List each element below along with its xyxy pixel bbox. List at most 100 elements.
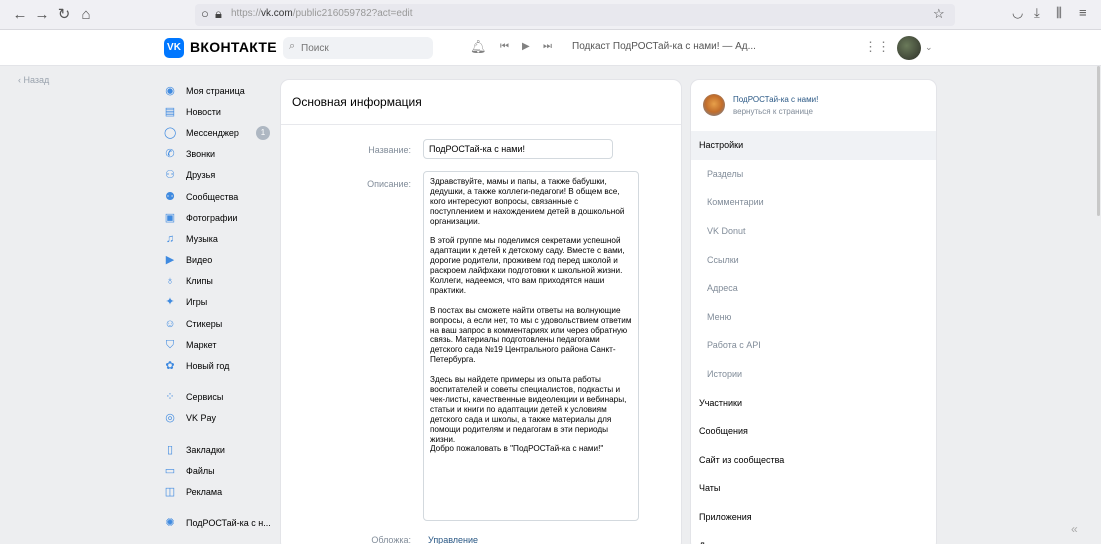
pocket-icon[interactable]: ◡: [1012, 5, 1023, 21]
video-icon: ▶: [165, 254, 175, 267]
group-avatar[interactable]: [703, 94, 725, 116]
vk-brand[interactable]: ВКОНТАКТЕ: [190, 39, 277, 55]
user-icon: ◉: [165, 84, 175, 97]
sidebar-item-label: Закладки: [186, 444, 225, 455]
player-track-title[interactable]: Подкаст ПодРОСТай-ка с нами! — Ад...: [572, 41, 756, 52]
sidebar-item[interactable]: ◯ Мессенджер 1: [164, 122, 284, 143]
sidebar-item-label: Музыка: [186, 233, 218, 244]
collapse-icon[interactable]: «: [1071, 522, 1078, 536]
settings-menu-item[interactable]: Ссылки: [691, 245, 936, 274]
page-title: Основная информация: [292, 95, 422, 109]
play-icon[interactable]: ▶: [522, 41, 530, 52]
sidebar-item[interactable]: ▶ Видео: [164, 250, 284, 271]
sidebar-item[interactable]: ▤ Новости: [164, 101, 284, 122]
sidebar-item[interactable]: ◉ Моя страница: [164, 80, 284, 101]
unread-badge: 1: [256, 126, 270, 141]
sidebar-menu: ◉ Моя страница ▤ Новости ◯ Мессенджер 1 ✆ Звонки…: [164, 80, 284, 534]
settings-menu-item[interactable]: Участники: [691, 388, 936, 417]
bookmark-star-icon[interactable]: ☆: [933, 6, 945, 22]
sidebar-item[interactable]: ♁ Клипы: [164, 271, 284, 292]
sidebar-separator: [164, 503, 284, 513]
return-to-page-link[interactable]: вернуться к странице: [733, 107, 813, 116]
phone-icon: ✆: [165, 148, 175, 161]
description-paragraph: В постах вы сможете найти ответы на волн…: [430, 305, 632, 365]
sidebar-item[interactable]: ✿ Новый год: [164, 355, 284, 376]
settings-menu-item[interactable]: Приложения: [691, 503, 936, 532]
forward-arrow-icon[interactable]: →: [32, 5, 52, 25]
vk-header: VK ВКОНТАКТЕ ⌕ 🔔︎ ⏮ ▶ ⏭ Подкаст ПодРОСТа…: [0, 30, 1101, 66]
apps-grid-icon[interactable]: ⋮⋮: [864, 39, 890, 55]
sidebar-item[interactable]: ✺ ПодРОСТай-ка с н...: [164, 513, 284, 534]
description-paragraph: В этой группе мы поделимся секретами усп…: [430, 236, 625, 295]
settings-menu-item[interactable]: Разделы: [691, 160, 936, 189]
sidebar-item[interactable]: ⛉ Маркет: [164, 334, 284, 355]
sidebar-item-label: ПодРОСТай-ка с н...: [186, 518, 271, 529]
settings-menu-item[interactable]: Денежные переводы: [691, 531, 936, 544]
sidebar-item[interactable]: ☺ Стикеры: [164, 313, 284, 334]
bell-icon[interactable]: 🔔︎: [470, 39, 487, 55]
friends-icon: ⚇: [165, 169, 175, 182]
home-icon[interactable]: ⌂: [76, 5, 96, 25]
settings-menu-item[interactable]: Меню: [691, 303, 936, 332]
chevron-down-icon[interactable]: ⌄: [925, 42, 933, 53]
sidebar-item[interactable]: ⁘ Сервисы: [164, 387, 284, 408]
sidebar-item[interactable]: ◫ Реклама: [164, 481, 284, 502]
settings-menu-item[interactable]: Настройки: [691, 131, 936, 160]
sidebar-item[interactable]: ⚇ Друзья: [164, 165, 284, 186]
sidebar-item-label: Новости: [186, 106, 221, 117]
sidebar-item[interactable]: ⚉ Сообщества: [164, 186, 284, 207]
sidebar-item-label: Маркет: [186, 339, 217, 350]
library-icon[interactable]: ⫼: [1056, 5, 1062, 21]
vk-logo-icon[interactable]: VK: [164, 38, 184, 58]
settings-menu-item[interactable]: Адреса: [691, 274, 936, 303]
cover-manage-link[interactable]: Управление: [428, 535, 478, 544]
sidebar-item-label: Реклама: [186, 486, 223, 497]
sidebar-item-label: Сервисы: [186, 392, 224, 403]
back-arrow-icon[interactable]: ←: [10, 5, 30, 25]
settings-menu-item[interactable]: Сайт из сообщества: [691, 446, 936, 475]
next-track-icon[interactable]: ⏭: [543, 41, 552, 52]
settings-menu-item[interactable]: Чаты: [691, 474, 936, 503]
name-input[interactable]: [423, 139, 613, 159]
news-icon: ▤: [164, 105, 176, 118]
messenger-icon: ◯: [164, 126, 177, 139]
address-bar[interactable]: ○ 🔒︎ https://vk.com/public216059782?act=…: [195, 4, 955, 26]
sidebar-item-label: Мессенджер: [186, 127, 239, 138]
settings-menu-item[interactable]: Работа с API: [691, 331, 936, 360]
sidebar-item[interactable]: ▣ Фотографии: [164, 207, 284, 228]
group-name-link[interactable]: ПодРОСТай-ка с нами!: [733, 95, 818, 104]
download-icon[interactable]: ⤓: [1034, 5, 1040, 21]
search-box[interactable]: ⌕: [283, 37, 433, 59]
sidebar-item[interactable]: ♫ Музыка: [164, 228, 284, 249]
sidebar-separator: [164, 429, 284, 439]
sidebar-item-label: Звонки: [186, 149, 216, 160]
settings-menu-item[interactable]: Комментарии: [691, 188, 936, 217]
back-link[interactable]: ‹ Назад: [18, 75, 49, 85]
settings-menu-item[interactable]: Сообщения: [691, 417, 936, 446]
clips-icon: ♁: [165, 275, 175, 288]
services-icon: ⁘: [165, 391, 175, 404]
games-icon: ✦: [165, 296, 175, 309]
lock-icon: 🔒︎: [215, 6, 222, 21]
avatar[interactable]: [897, 36, 921, 60]
scrollbar[interactable]: [1097, 66, 1100, 216]
settings-menu-item[interactable]: Истории: [691, 360, 936, 389]
sidebar-item-label: Сообщества: [186, 191, 239, 202]
settings-menu-item[interactable]: VK Donut: [691, 217, 936, 246]
prev-track-icon[interactable]: ⏮: [500, 41, 509, 52]
sidebar-item[interactable]: ✆ Звонки: [164, 144, 284, 165]
menu-icon[interactable]: ≡: [1079, 5, 1087, 20]
sidebar-item[interactable]: ✦ Игры: [164, 292, 284, 313]
sidebar-item-label: Клипы: [186, 276, 213, 287]
search-input[interactable]: [301, 40, 426, 56]
search-icon: ⌕: [289, 40, 296, 52]
stickers-icon: ☺: [164, 317, 176, 330]
description-label: Описание:: [367, 179, 411, 189]
market-icon: ⛉: [165, 338, 175, 351]
sidebar-item[interactable]: ◎ VK Pay: [164, 408, 284, 429]
description-textarea[interactable]: Здравствуйте, мамы и папы, а также бабуш…: [423, 171, 639, 521]
sidebar-item[interactable]: ▯ Закладки: [164, 439, 284, 460]
reload-icon[interactable]: ↻: [54, 5, 74, 25]
main-info-card: Основная информация Название: Описание: …: [281, 80, 681, 544]
sidebar-item[interactable]: ▭ Файлы: [164, 460, 284, 481]
